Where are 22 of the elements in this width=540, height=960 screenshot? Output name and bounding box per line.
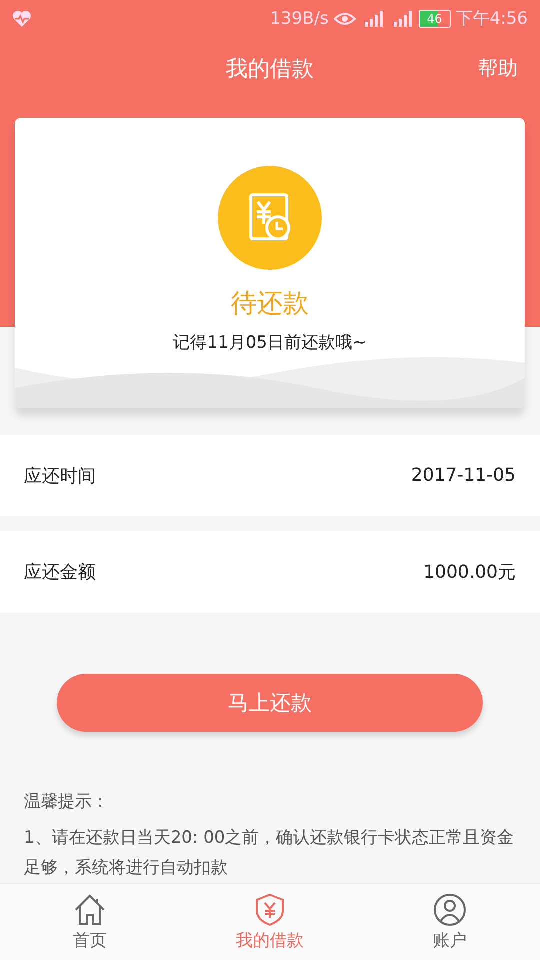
page-title: 我的借款 — [226, 56, 314, 84]
shield-yen-icon — [253, 892, 287, 927]
row-value: 2017-11-05 — [411, 465, 516, 486]
tab[interactable]: 账户 — [380, 884, 520, 960]
heart-icon — [12, 10, 32, 28]
tips-title: 温馨提示： — [24, 791, 110, 814]
tab[interactable]: 首页 — [20, 884, 160, 960]
network-speed: 139B/s — [270, 8, 329, 29]
tip-text: 1、请在还款日当天20: 00之前，确认还款银行卡状态正常且资金足够，系统将进行自动扣款 — [24, 827, 516, 880]
row-label: 应还时间 — [24, 464, 96, 488]
eye-icon — [334, 12, 356, 26]
row-value: 1000.00元 — [424, 561, 516, 584]
help-link[interactable]: 帮助 — [478, 55, 518, 82]
repay-button[interactable]: 马上还款 — [57, 674, 483, 732]
tab[interactable]: 我的借款 — [200, 884, 340, 960]
house-icon — [73, 892, 107, 927]
row-label: 应还金额 — [24, 561, 96, 584]
reminder-text: 记得11月05日前还款哦~ — [173, 332, 367, 354]
user-icon — [433, 892, 467, 927]
receipt-clock-icon — [218, 166, 322, 270]
status-title: 待还款 — [231, 288, 309, 321]
clock: 下午4:56 — [456, 8, 528, 30]
